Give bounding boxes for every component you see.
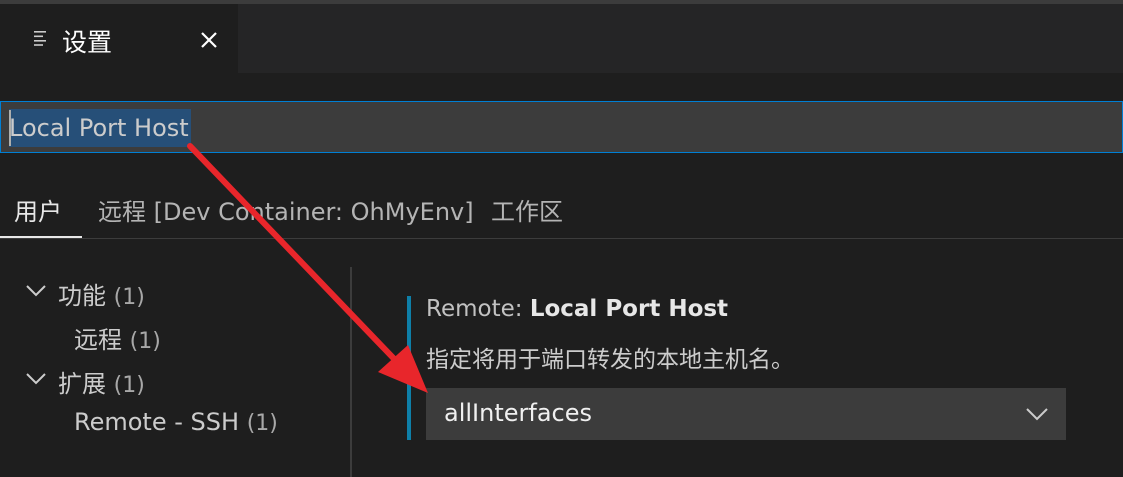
toc-count: (1) (113, 373, 145, 398)
search-value: Local Port Host (9, 109, 191, 147)
toc-divider[interactable] (350, 267, 352, 477)
select-value: allInterfaces (444, 399, 592, 427)
close-icon[interactable] (198, 29, 220, 51)
settings-editor: 设置 Local Port Host 用户 远程 [Dev Container:… (0, 0, 1123, 477)
tab-remote[interactable]: 远程 [Dev Container: OhMyEnv] (98, 192, 474, 227)
editor-tab-bar: 设置 (0, 0, 1123, 73)
toc-count: (1) (113, 285, 145, 310)
setting-focus-bar (407, 296, 411, 440)
settings-search-input[interactable]: Local Port Host (0, 101, 1123, 153)
scope-tabs: 用户 远程 [Dev Container: OhMyEnv] 工作区 (0, 176, 1123, 239)
active-tab-indicator (0, 236, 82, 238)
toc-label: 远程 (74, 326, 122, 354)
toc-item-remote-ssh[interactable]: Remote - SSH (1) (74, 408, 278, 436)
toc-label: 扩展 (58, 370, 106, 398)
setting-name: Local Port Host (529, 296, 729, 322)
text-cursor (9, 110, 11, 146)
chevron-down-icon (1026, 408, 1048, 421)
toc-label: 功能 (58, 282, 106, 310)
settings-list-icon (34, 31, 46, 46)
chevron-down-icon[interactable] (26, 373, 46, 385)
chevron-down-icon[interactable] (26, 285, 46, 297)
setting-category: Remote: (426, 296, 530, 322)
settings-tab[interactable]: 设置 (0, 4, 238, 73)
setting-title: Remote: Local Port Host (426, 296, 728, 322)
tab-workspace[interactable]: 工作区 (491, 192, 563, 227)
toc-item-remote[interactable]: 远程 (1) (74, 320, 161, 355)
setting-description: 指定将用于端口转发的本地主机名。 (426, 347, 794, 373)
toc-item-extensions[interactable]: 扩展 (1) (58, 364, 145, 399)
toc-count: (1) (129, 329, 161, 354)
tab-user[interactable]: 用户 (14, 192, 62, 227)
toc-label: Remote - SSH (74, 408, 240, 436)
tab-title: 设置 (62, 28, 113, 57)
toc-item-features[interactable]: 功能 (1) (58, 276, 145, 311)
toc-count: (1) (246, 411, 278, 436)
local-port-host-select[interactable]: allInterfaces (426, 388, 1066, 440)
